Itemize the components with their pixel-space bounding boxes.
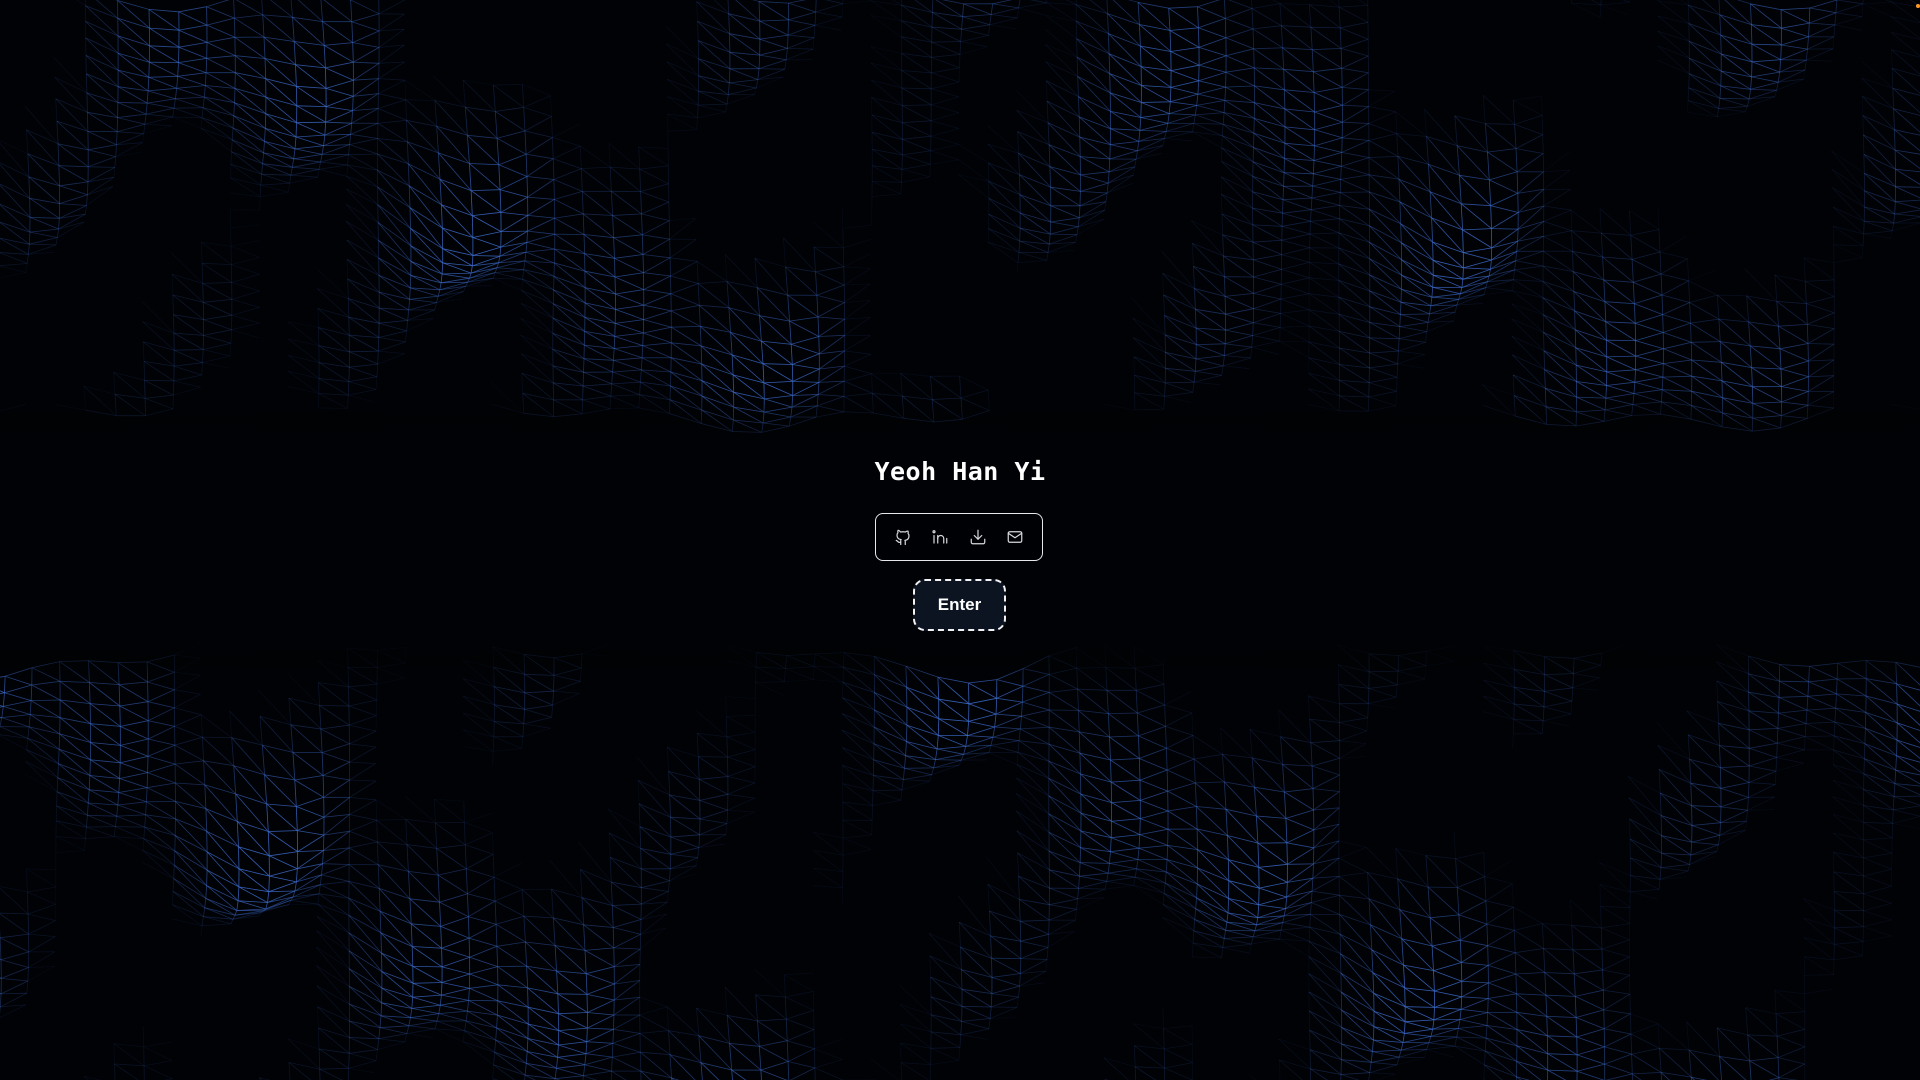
landing-page: Yeoh Han Yi Enter [0, 0, 1920, 1080]
